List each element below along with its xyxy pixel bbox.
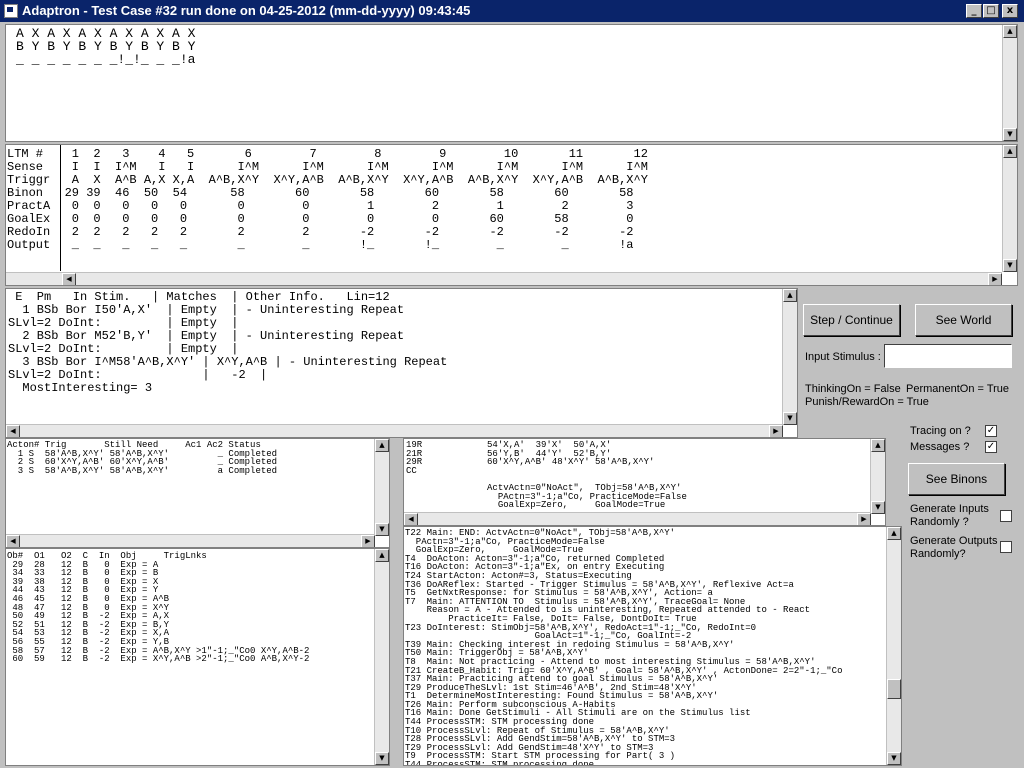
scroll-up-icon[interactable]: ▲ <box>1003 145 1017 158</box>
see-world-button[interactable]: See World <box>915 304 1012 336</box>
trace-vscroll[interactable]: ▲ ▼ <box>886 527 901 765</box>
generate-inputs-label-line2: Randomly ? <box>910 516 969 528</box>
scroll-up-icon[interactable]: ▲ <box>1003 25 1017 38</box>
scroll-left-icon[interactable]: ◀ <box>404 513 418 525</box>
maximize-button[interactable]: □ <box>983 4 999 18</box>
scroll-right-icon[interactable]: ▶ <box>769 425 783 437</box>
permanent-on-status: PermanentOn = True <box>906 383 1010 395</box>
scroll-up-icon[interactable]: ▲ <box>783 289 797 302</box>
scroll-up-icon[interactable]: ▲ <box>375 439 389 452</box>
scroll-right-icon[interactable]: ▶ <box>361 535 375 547</box>
acton-list-text: Acton# Trig Still Need Ac1 Ac2 Status 1 … <box>7 440 278 476</box>
generate-outputs-label-line1: Generate Outputs <box>910 535 998 547</box>
scroll-left-icon[interactable]: ◀ <box>6 535 20 547</box>
scroll-down-icon[interactable]: ▼ <box>1003 259 1017 272</box>
scroll-right-icon[interactable]: ▶ <box>857 513 871 525</box>
stm-pane[interactable]: 19R 54'X,A' 39'X' 50'A,X' 21R 56'Y,B' 44… <box>403 438 886 526</box>
tracing-on-checkbox[interactable]: ✓ <box>985 425 997 437</box>
ltm-table-text: LTM # 1 2 3 4 5 6 7 8 9 10 11 12 Sense I… <box>7 147 648 252</box>
world-vscroll[interactable]: ▲ ▼ <box>1002 25 1017 141</box>
acton-vscroll[interactable]: ▲ ▼ <box>374 439 389 536</box>
object-list-text: Ob# O1 O2 C In Obj TrigLnks 29 28 12 B 0… <box>7 551 310 665</box>
thinking-on-status: ThinkingOn = False <box>805 383 901 395</box>
acton-pane[interactable]: Acton# Trig Still Need Ac1 Ac2 Status 1 … <box>5 438 390 548</box>
tracing-on-label: Tracing on ? <box>910 425 971 437</box>
step-continue-button[interactable]: Step / Continue <box>803 304 900 336</box>
see-binons-button[interactable]: See Binons <box>908 463 1005 495</box>
punish-reward-status: Punish/RewardOn = True <box>805 396 929 408</box>
stimulus-vscroll[interactable]: ▲ ▼ <box>782 289 797 425</box>
scroll-up-icon[interactable]: ▲ <box>871 439 885 452</box>
ltm-vscroll[interactable]: ▲ ▼ <box>1002 145 1017 272</box>
scroll-down-icon[interactable]: ▼ <box>871 501 885 514</box>
scroll-down-icon[interactable]: ▼ <box>887 752 901 765</box>
object-pane[interactable]: Ob# O1 O2 C In Obj TrigLnks 29 28 12 B 0… <box>5 548 390 766</box>
object-vscroll[interactable]: ▲ ▼ <box>374 549 389 765</box>
scroll-right-icon[interactable]: ▶ <box>988 273 1002 285</box>
scroll-down-icon[interactable]: ▼ <box>1003 128 1017 141</box>
scroll-left-icon[interactable]: ◀ <box>62 273 76 285</box>
world-text: A X A X A X A X A X A X B Y B Y B Y B Y … <box>16 26 196 67</box>
stimulus-pane[interactable]: E Pm In Stim. | Matches | Other Info. Li… <box>5 288 798 438</box>
stimulus-text: E Pm In Stim. | Matches | Other Info. Li… <box>8 290 448 395</box>
stimulus-hscroll[interactable]: ◀ ▶ <box>6 424 783 437</box>
world-pane[interactable]: A X A X A X A X A X A X B Y B Y B Y B Y … <box>5 24 1018 142</box>
generate-inputs-checkbox[interactable] <box>1000 510 1012 522</box>
messages-label: Messages ? <box>910 441 970 453</box>
input-stimulus-field[interactable] <box>884 344 1012 368</box>
stm-vscroll[interactable]: ▲ ▼ <box>870 439 885 514</box>
acton-hscroll[interactable]: ◀ ▶ <box>6 534 375 547</box>
ltm-pane[interactable]: LTM # 1 2 3 4 5 6 7 8 9 10 11 12 Sense I… <box>5 144 1018 286</box>
window-title: Adaptron - Test Case #32 run done on 04-… <box>22 3 471 18</box>
trace-pane[interactable]: T22 Main: END: ActvActn=0"NoAct", TObj=5… <box>403 526 902 766</box>
scroll-down-icon[interactable]: ▼ <box>375 523 389 536</box>
generate-inputs-label-line1: Generate Inputs <box>910 503 989 515</box>
generate-outputs-label-line2: Randomly? <box>910 548 966 560</box>
messages-checkbox[interactable]: ✓ <box>985 441 997 453</box>
minimize-button[interactable]: _ <box>966 4 982 18</box>
ltm-column-divider <box>60 145 61 271</box>
generate-outputs-checkbox[interactable] <box>1000 541 1012 553</box>
close-button[interactable]: x <box>1002 4 1018 18</box>
stm-text: 19R 54'X,A' 39'X' 50'A,X' 21R 56'Y,B' 44… <box>406 440 687 511</box>
scroll-left-icon[interactable]: ◀ <box>6 425 20 437</box>
scroll-up-icon[interactable]: ▲ <box>375 549 389 562</box>
input-stimulus-label: Input Stimulus : <box>805 351 881 363</box>
scroll-up-icon[interactable]: ▲ <box>887 527 901 540</box>
trace-scroll-thumb[interactable] <box>887 679 901 699</box>
trace-log-text: T22 Main: END: ActvActn=0"NoAct", TObj=5… <box>405 528 843 766</box>
title-bar: Adaptron - Test Case #32 run done on 04-… <box>0 0 1024 22</box>
scroll-down-icon[interactable]: ▼ <box>375 752 389 765</box>
scroll-down-icon[interactable]: ▼ <box>783 412 797 425</box>
ltm-hscroll[interactable]: ◀ ▶ <box>6 272 1002 285</box>
app-icon <box>4 4 18 18</box>
stm-hscroll[interactable]: ◀ ▶ <box>404 512 871 525</box>
